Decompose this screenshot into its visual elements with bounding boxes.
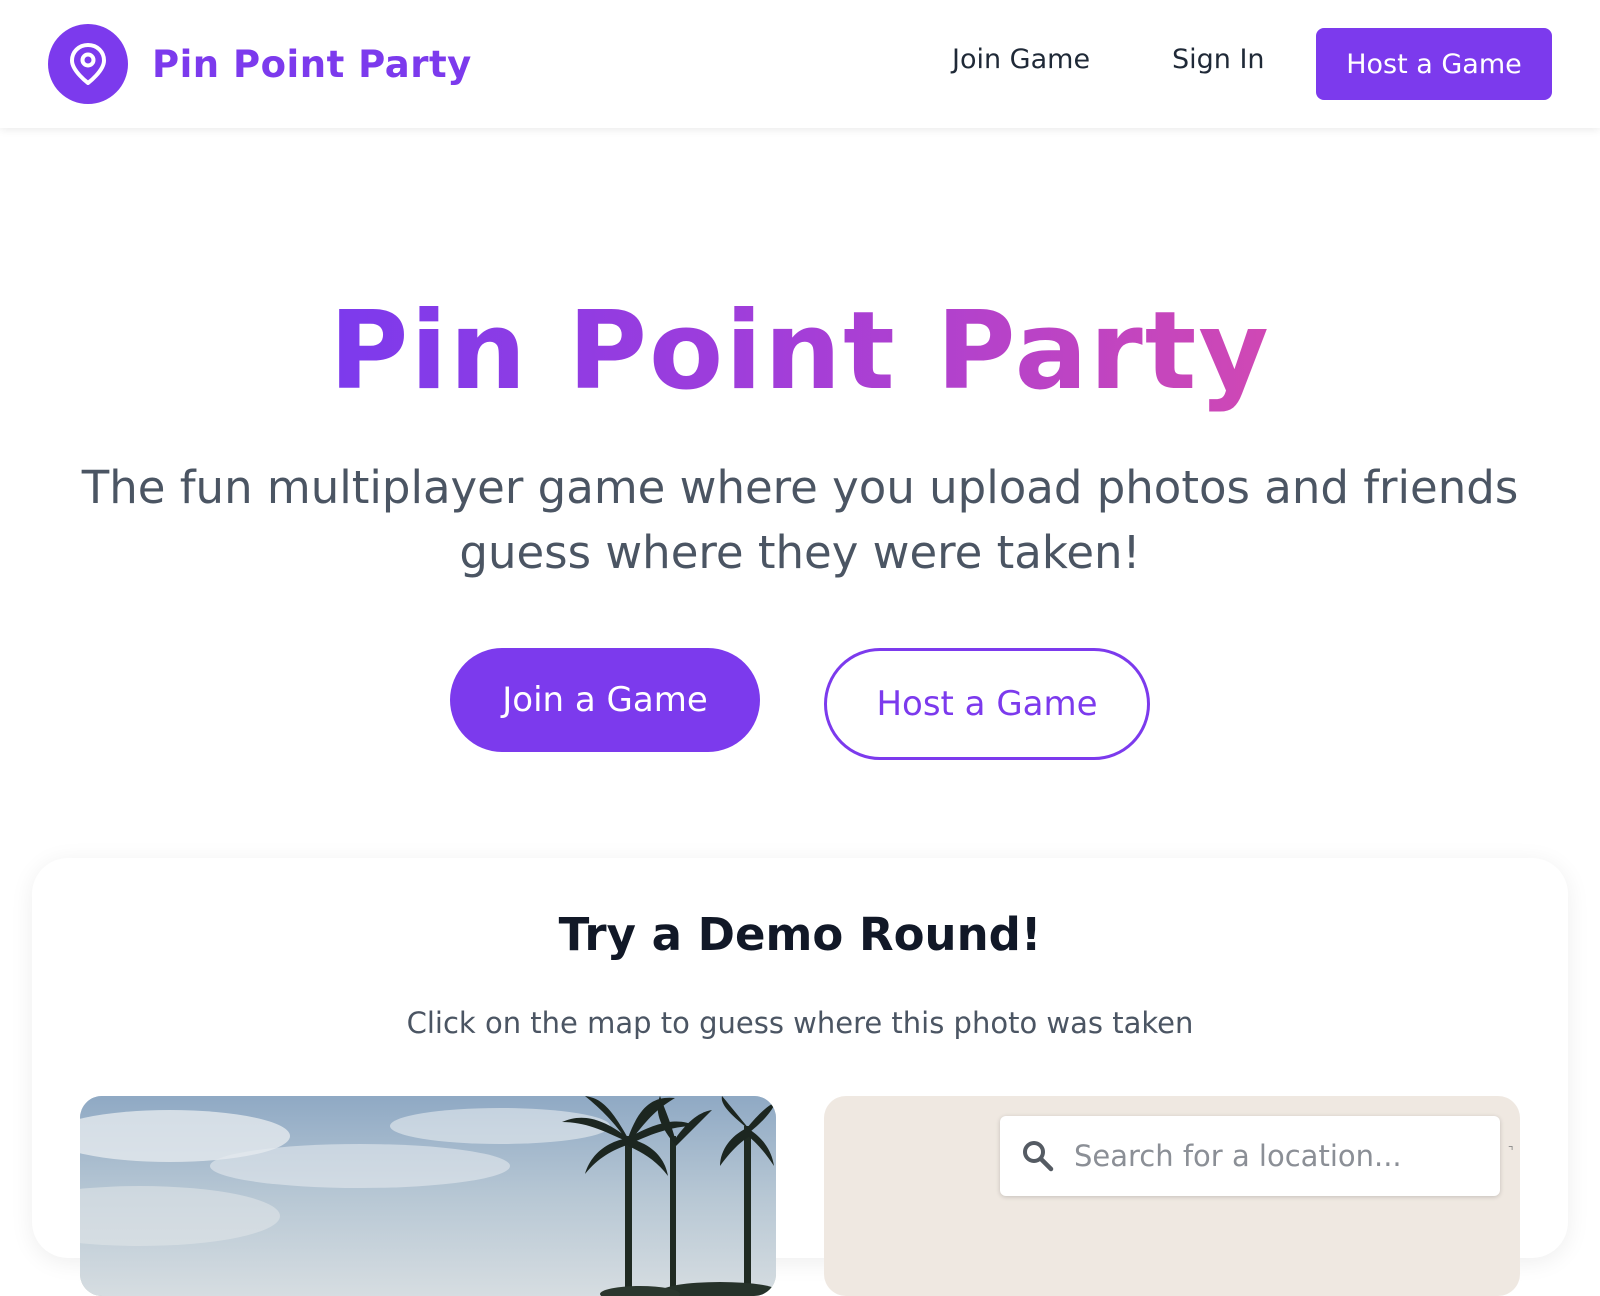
hero-title-text: Pin Point Party (329, 289, 1271, 414)
demo-subtitle: Click on the map to guess where this pho… (406, 1006, 1194, 1040)
host-a-game-button[interactable]: Host a Game (824, 648, 1150, 760)
join-a-game-button[interactable]: Join a Game (450, 648, 760, 752)
search-icon (1023, 1141, 1054, 1172)
demo-photo (80, 1096, 776, 1296)
demo-title: Try a Demo Round! (558, 908, 1042, 961)
hero-title: Pin Point Party (0, 282, 1600, 422)
brand[interactable]: Pin Point Party (48, 24, 472, 104)
palm-trees-photo-image (80, 1096, 776, 1296)
top-navbar: Pin Point Party Join Game Sign In Host a… (0, 0, 1600, 128)
guess-map[interactable]: ⌝ (824, 1096, 1520, 1296)
map-search-box (1000, 1116, 1500, 1196)
nav-host-game-button[interactable]: Host a Game (1316, 28, 1552, 100)
demo-round-card: Try a Demo Round! Click on the map to gu… (32, 858, 1568, 1296)
map-pin-icon (48, 24, 128, 104)
nav-sign-in-link[interactable]: Sign In (1172, 44, 1265, 75)
brand-name: Pin Point Party (152, 42, 472, 86)
hero-subtitle: The fun multiplayer game where you uploa… (81, 461, 1519, 579)
nav-join-game-link[interactable]: Join Game (952, 44, 1090, 75)
location-search-input[interactable] (1074, 1139, 1474, 1173)
map-edge-marker: ⌝ (1508, 1144, 1514, 1158)
